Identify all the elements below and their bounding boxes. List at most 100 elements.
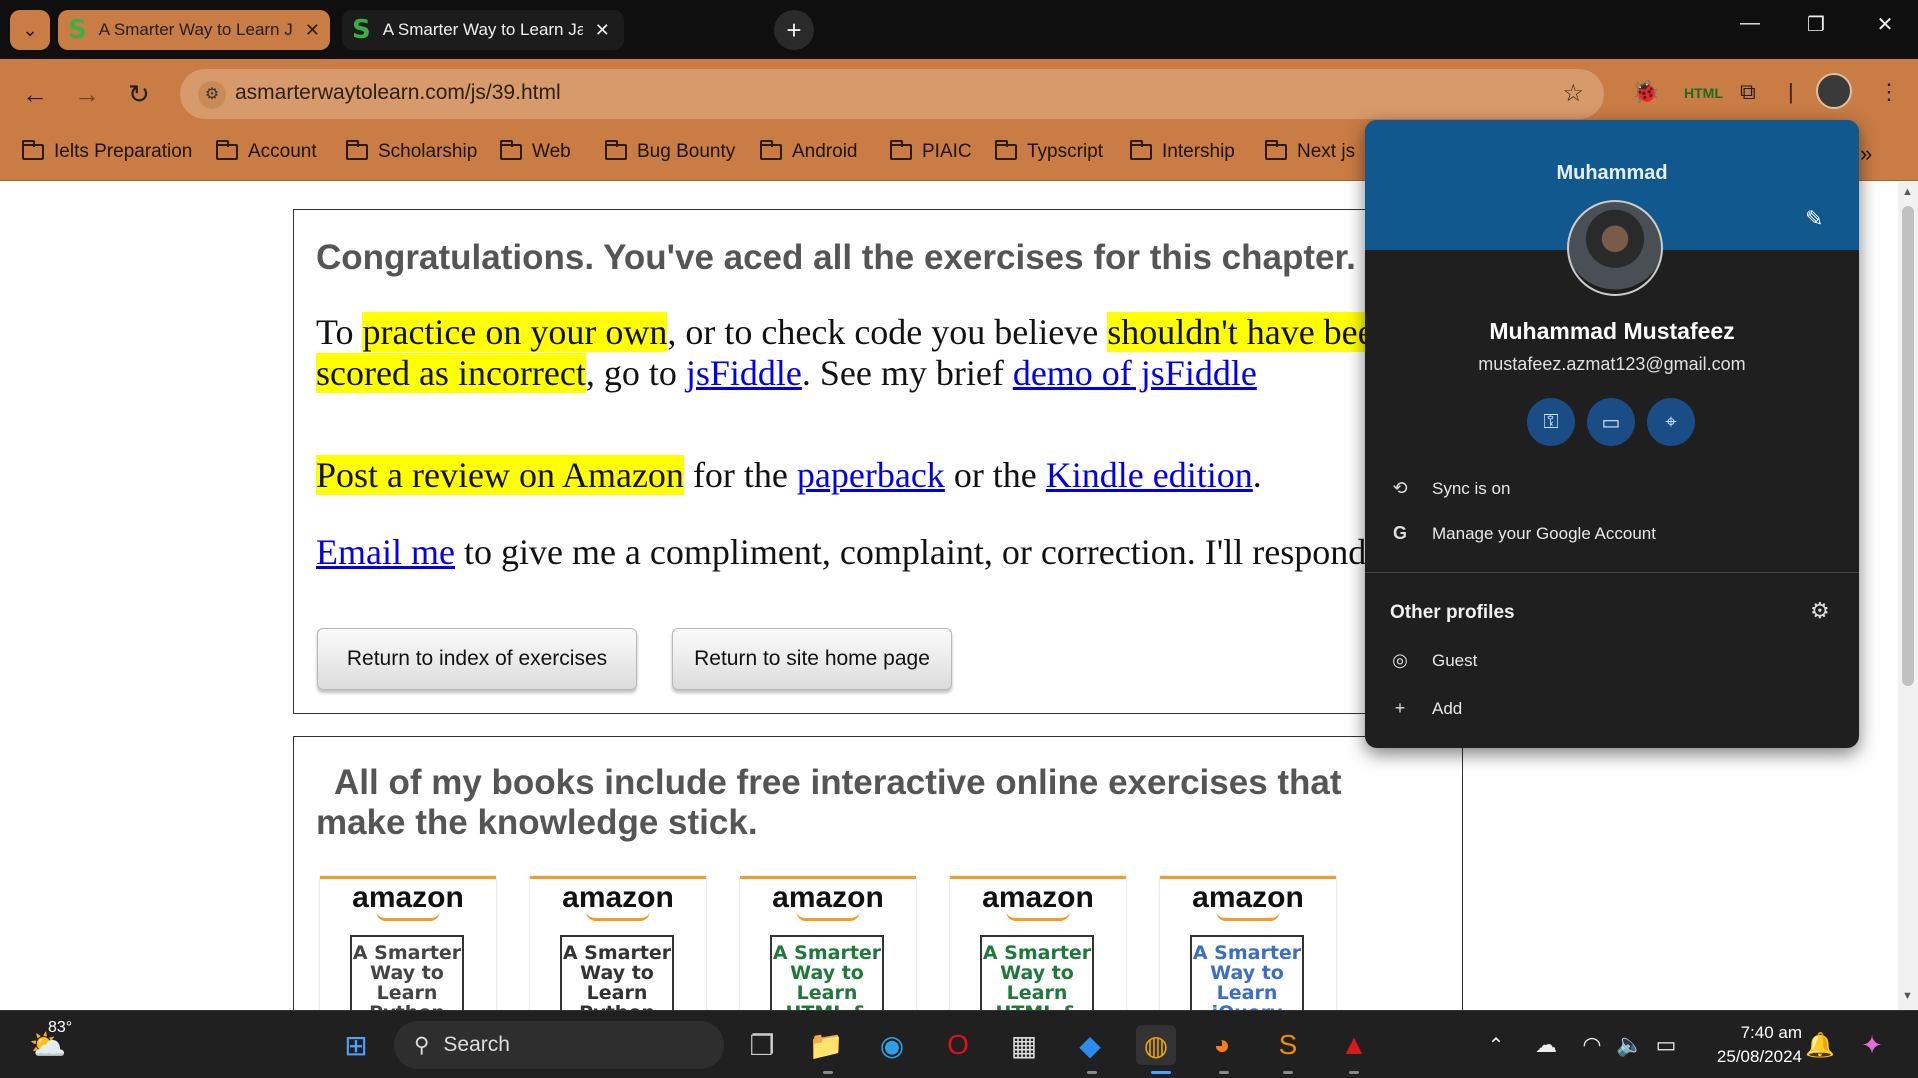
reload-icon[interactable]: ↻ — [128, 79, 150, 110]
address-bar[interactable]: ⚙ asmarterwaytolearn.com/js/39.html ☆ — [180, 69, 1604, 119]
volume-icon[interactable]: 🔈 — [1610, 1025, 1650, 1065]
clock-date: 25/08/2024 — [1716, 1047, 1802, 1066]
bookmark-folder[interactable]: Typscript — [995, 140, 1104, 163]
bookmark-label: Typscript — [1027, 141, 1104, 162]
passwords-key-icon[interactable]: ⚿ — [1527, 398, 1575, 446]
acrobat-icon[interactable]: ▲ — [1334, 1025, 1374, 1065]
return-home-button[interactable]: Return to site home page — [672, 628, 952, 690]
tab-inactive[interactable]: S A Smarter Way to Learn JavaScr ✕ — [342, 10, 624, 50]
manage-account-label: Manage your Google Account — [1432, 523, 1656, 543]
chevron-down-icon: ⌄ — [22, 19, 38, 40]
edge-icon[interactable]: ◉ — [872, 1025, 912, 1065]
scroll-up-icon[interactable]: ▲ — [1902, 186, 1913, 198]
text: , go to — [585, 353, 686, 393]
bookmark-folder[interactable]: Scholarship — [346, 140, 477, 163]
vscode-icon[interactable]: ◆ — [1070, 1025, 1110, 1065]
bookmark-star-icon[interactable]: ☆ — [1562, 79, 1584, 108]
book-card[interactable]: amazon A Smarter Way to Learn Python — [530, 876, 706, 1010]
scrollbar-thumb[interactable] — [1902, 206, 1914, 686]
back-arrow-icon[interactable]: ← — [22, 79, 48, 110]
chrome-icon[interactable]: ◍ — [1136, 1025, 1176, 1065]
jsfiddle-link[interactable]: jsFiddle — [686, 353, 802, 393]
profile-avatar-button[interactable] — [1816, 73, 1852, 109]
plus-icon: + — [1394, 698, 1406, 718]
sync-status-row[interactable]: ⟲ Sync is on — [1390, 478, 1510, 499]
book-card[interactable]: amazon A Smarter Way to Learn HTML & CSS — [950, 876, 1126, 1010]
clock-time: 7:40 am — [1740, 1023, 1802, 1042]
bookmark-folder[interactable]: Next js — [1265, 140, 1355, 163]
restore-button[interactable]: ❐ — [1796, 12, 1836, 37]
bookmark-folder[interactable]: Bug Bounty — [605, 140, 735, 163]
guest-label: Guest — [1432, 650, 1478, 670]
scroll-down-icon[interactable]: ▼ — [1902, 990, 1913, 1002]
menu-divider — [1365, 572, 1859, 573]
chevron-up-icon[interactable]: ⌃ — [1476, 1025, 1516, 1065]
html-extension-icon[interactable]: HTML — [1684, 85, 1723, 101]
bug-extension-icon[interactable]: 🐞 — [1632, 79, 1659, 105]
paperback-link[interactable]: paperback — [797, 455, 945, 495]
store-icon[interactable]: ▦ — [1004, 1025, 1044, 1065]
tab-search-button[interactable]: ⌄ — [10, 10, 50, 50]
amazon-logo: amazon — [562, 881, 674, 914]
folder-icon — [346, 140, 368, 160]
new-tab-button[interactable]: + — [774, 10, 814, 50]
extensions-puzzle-icon[interactable]: ⧉ — [1740, 79, 1756, 105]
opera-icon[interactable]: O — [938, 1025, 978, 1065]
file-explorer-icon[interactable]: 📁 — [806, 1025, 846, 1065]
more-bookmarks-icon[interactable]: » — [1860, 141, 1872, 167]
book-card[interactable]: amazon A Smarter Way to Learn jQuery — [1160, 876, 1336, 1010]
bookmark-folder[interactable]: Web — [500, 140, 571, 163]
close-tab-icon[interactable]: ✕ — [595, 20, 610, 41]
email-paragraph: Email me to give me a compliment, compla… — [316, 532, 1376, 573]
site-info-icon[interactable]: ⚙ — [198, 81, 226, 109]
toolbar-divider: | — [1788, 79, 1794, 104]
text: , or to check code you believe — [667, 312, 1108, 352]
windows-start-icon[interactable]: ⊞ — [336, 1025, 376, 1065]
cloud-icon[interactable]: ☁ — [1526, 1025, 1566, 1065]
clock[interactable]: 7:40 am 25/08/2024 — [1692, 1021, 1802, 1069]
running-indicator — [1283, 1071, 1293, 1074]
add-profile-row[interactable]: + Add — [1390, 698, 1463, 719]
minimize-button[interactable]: — — [1730, 12, 1770, 35]
bookmark-folder[interactable]: Android — [760, 140, 858, 163]
task-view-icon[interactable]: ❐ — [742, 1025, 782, 1065]
payment-card-icon[interactable]: ▭ — [1587, 398, 1635, 446]
copilot-icon[interactable]: ✦ — [1852, 1025, 1892, 1065]
demo-jsfiddle-link[interactable]: demo of jsFiddle — [1013, 353, 1257, 393]
book-card[interactable]: amazon A Smarter Way to Learn HTML & CSS — [740, 876, 916, 1010]
bookmark-folder[interactable]: Intership — [1130, 140, 1235, 163]
gear-icon[interactable]: ⚙ — [1810, 598, 1830, 624]
menu-kebab-icon[interactable]: ⋮ — [1878, 79, 1900, 105]
firefox-icon[interactable]: ◕ — [1202, 1025, 1242, 1065]
return-index-button[interactable]: Return to index of exercises — [317, 628, 637, 690]
book-cover-title: A Smarter Way to Learn HTML & CSS — [770, 935, 884, 1010]
sublime-icon[interactable]: S — [1268, 1025, 1308, 1065]
kindle-link[interactable]: Kindle edition — [1046, 455, 1253, 495]
close-tab-icon[interactable]: ✕ — [305, 20, 320, 41]
forward-arrow-icon[interactable]: → — [74, 79, 100, 110]
folder-icon — [995, 140, 1017, 160]
review-paragraph: Post a review on Amazon for the paperbac… — [316, 455, 1262, 496]
bookmark-folder[interactable]: PIAIC — [890, 140, 972, 163]
manage-account-row[interactable]: G Manage your Google Account — [1390, 523, 1656, 544]
sync-icon: ⟲ — [1392, 478, 1408, 498]
wifi-icon[interactable]: ◠ — [1572, 1025, 1612, 1065]
battery-icon[interactable]: ▭ — [1646, 1025, 1686, 1065]
email-me-link[interactable]: Email me — [316, 532, 455, 572]
addresses-pin-icon[interactable]: ⌖ — [1647, 398, 1695, 446]
folder-icon — [605, 140, 627, 160]
tab-active[interactable]: S A Smarter Way to Learn JavaScr ✕ — [58, 10, 330, 50]
close-window-button[interactable]: ✕ — [1865, 12, 1905, 37]
guest-user-icon: ◎ — [1392, 650, 1408, 670]
bookmark-folder[interactable]: Account — [216, 140, 317, 163]
notification-bell-icon[interactable]: 🔔 — [1800, 1025, 1840, 1065]
book-card[interactable]: amazon A Smarter Way to Learn Python — [320, 876, 496, 1010]
bookmark-folder[interactable]: Ielts Preparation — [22, 140, 192, 163]
folder-icon — [216, 140, 238, 160]
page-scrollbar[interactable]: ▲ ▼ — [1898, 182, 1918, 1010]
taskbar-search[interactable]: ⚲ Search — [394, 1021, 724, 1069]
sync-label: Sync is on — [1432, 478, 1511, 498]
guest-profile-row[interactable]: ◎ Guest — [1390, 650, 1477, 671]
edit-pencil-icon[interactable]: ✎ — [1805, 206, 1823, 232]
url-text[interactable]: asmarterwaytolearn.com/js/39.html — [235, 81, 561, 105]
